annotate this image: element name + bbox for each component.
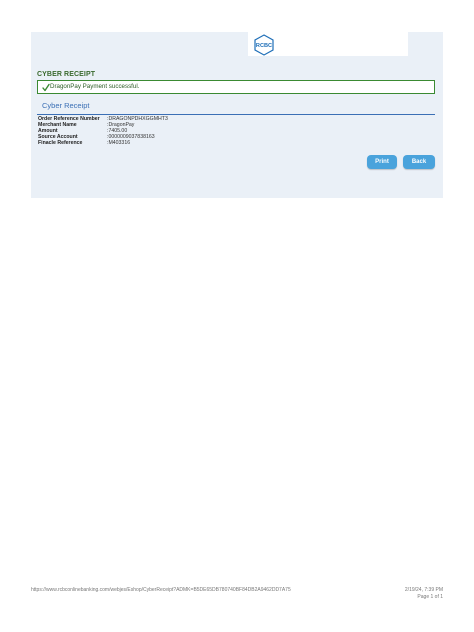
rcbc-logo-icon: RCBC: [254, 34, 274, 56]
footer-url: https://www.rcbconlinebanking.com/webjes…: [31, 587, 291, 593]
logo-text: RCBC: [256, 43, 272, 49]
check-icon: [42, 83, 50, 92]
footer-datetime: 2/19/24, 7:39 PM: [404, 587, 443, 593]
footer-page-number: Page 1 of 1: [417, 594, 443, 600]
receipt-panel: [31, 32, 443, 198]
detail-row-finacle-reference: Finacle Reference :M403316: [38, 140, 168, 146]
detail-value: :M403316: [107, 140, 131, 146]
detail-label: Finacle Reference: [38, 140, 83, 146]
page-title: CYBER RECEIPT: [37, 71, 96, 78]
section-divider: [37, 114, 435, 115]
print-button[interactable]: Print: [367, 155, 397, 169]
success-alert: DragonPay Payment successful.: [37, 80, 435, 94]
section-title: Cyber Receipt: [42, 101, 90, 110]
receipt-details: Order Reference Number :DRAGONPDHXGGMHT3…: [38, 116, 168, 146]
success-message: DragonPay Payment successful.: [50, 83, 140, 90]
back-button[interactable]: Back: [403, 155, 435, 169]
